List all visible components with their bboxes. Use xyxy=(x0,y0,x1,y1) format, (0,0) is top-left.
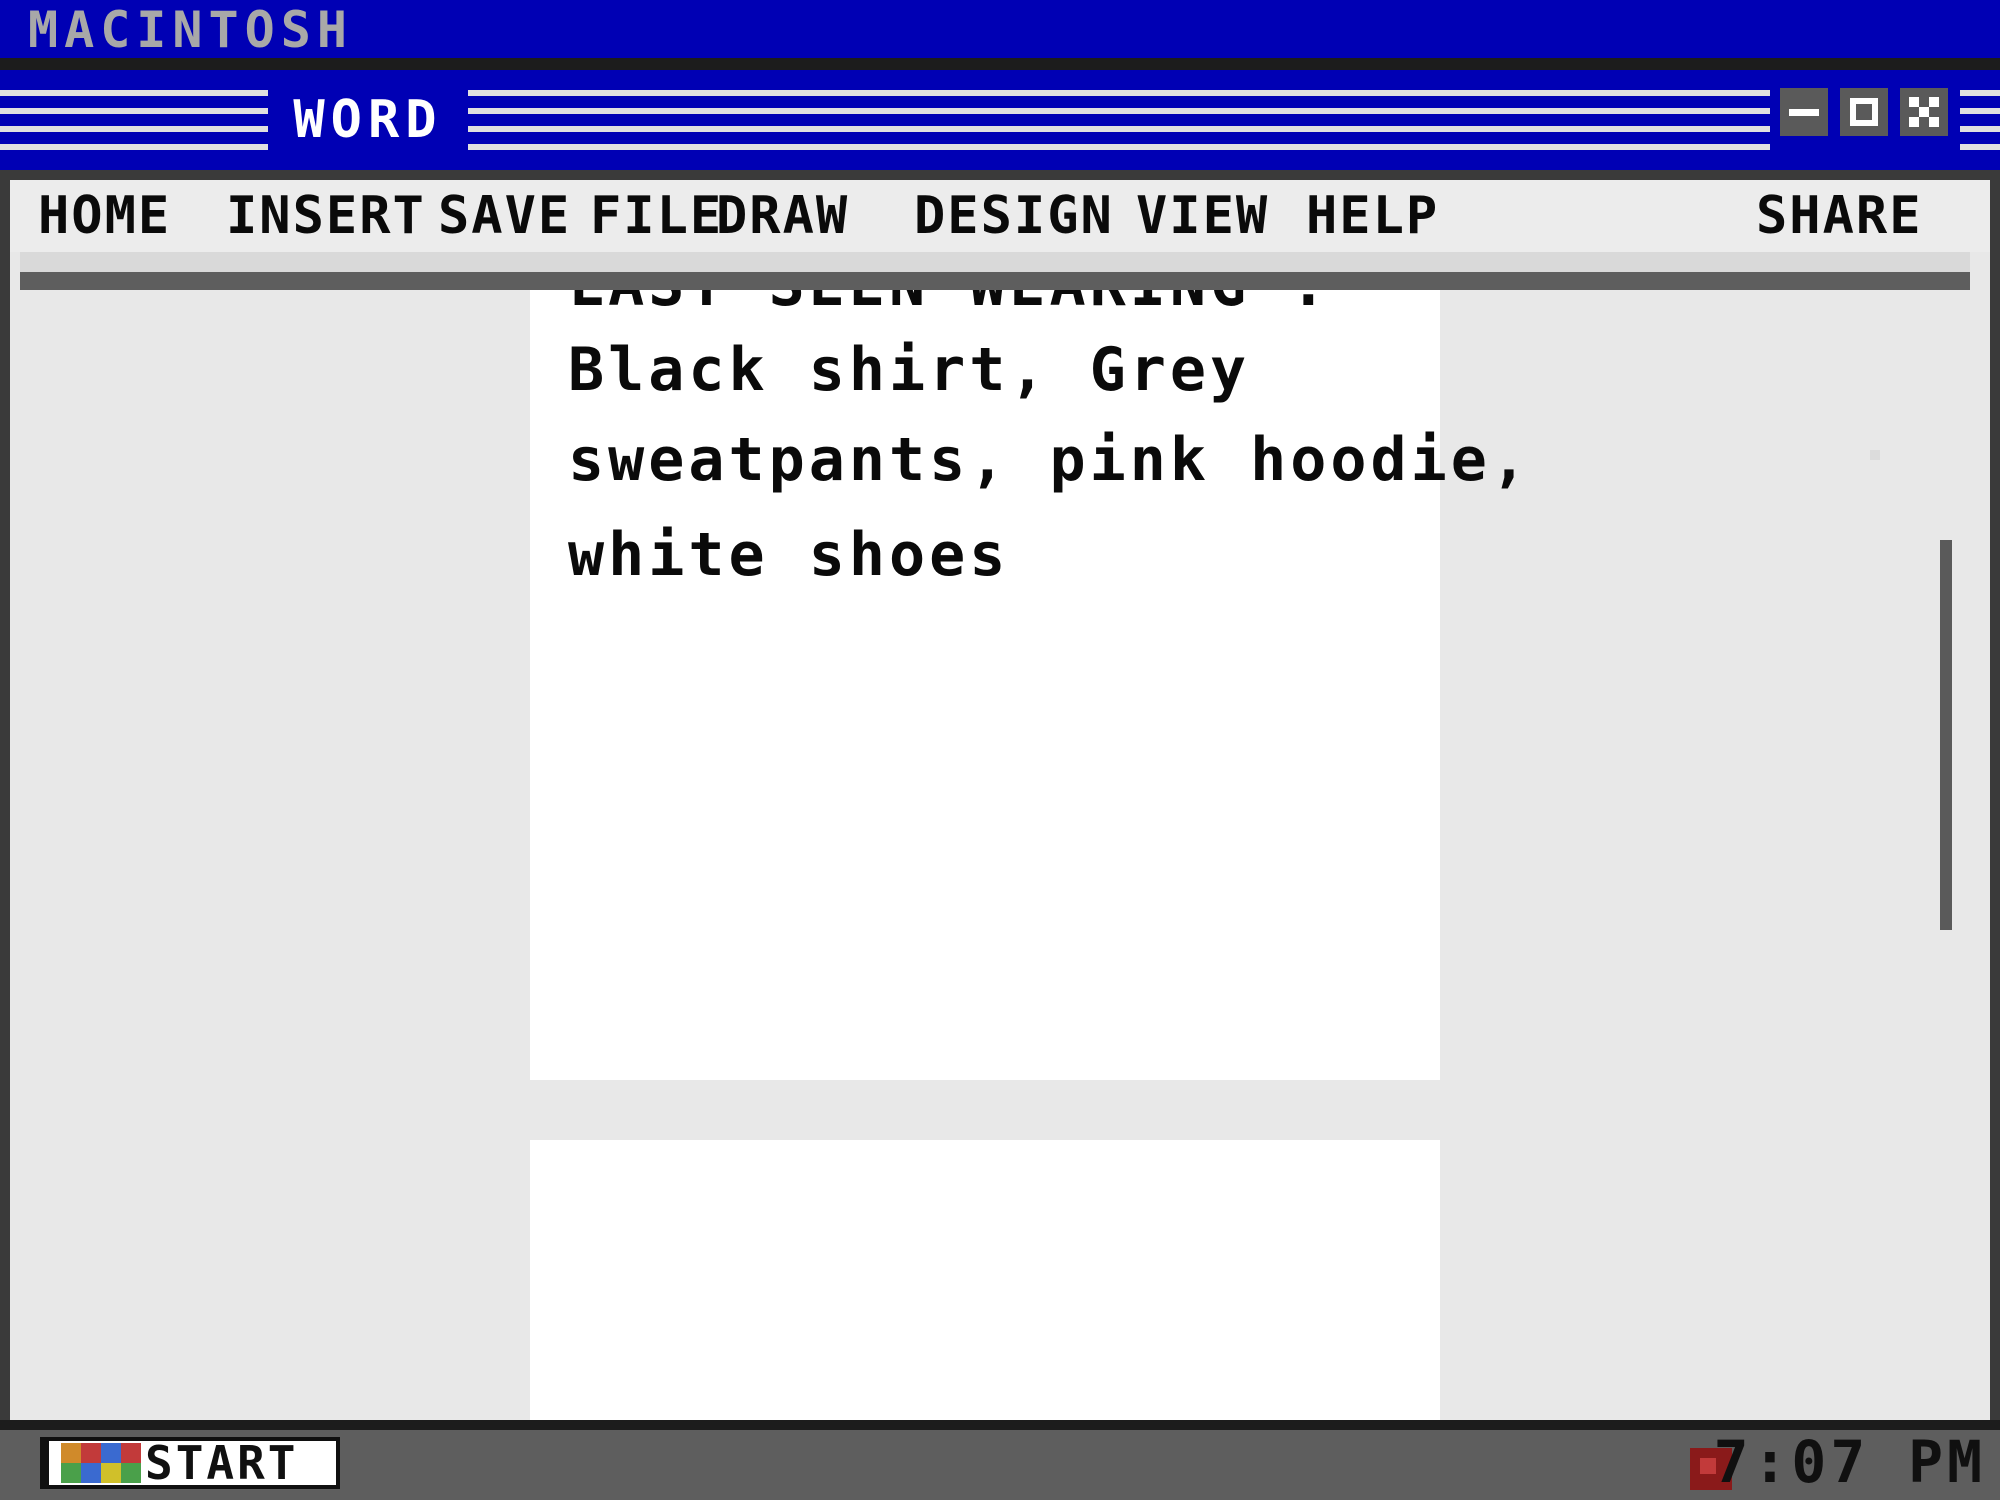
window-title-bar[interactable]: WORD xyxy=(0,70,2000,170)
taskbar-divider xyxy=(0,1420,2000,1430)
app-menu-bar: HOME INSERT SAVE FILE DRAW DESIGN VIEW H… xyxy=(10,180,1990,252)
menu-design[interactable]: DESIGN xyxy=(914,186,1114,246)
start-logo-icon xyxy=(61,1443,141,1483)
title-stripe xyxy=(0,144,268,150)
vertical-scrollbar[interactable] xyxy=(1940,540,1952,930)
system-menu-bar: MACINTOSH xyxy=(0,0,2000,58)
document-page[interactable] xyxy=(530,1140,1440,1420)
window-frame xyxy=(1990,170,2000,1420)
menu-share[interactable]: SHARE xyxy=(1756,186,1923,246)
menu-help[interactable]: HELP xyxy=(1306,186,1439,246)
title-stripe xyxy=(1960,108,2000,114)
document-page[interactable]: LAST SEEN WEARING : Black shirt, Grey sw… xyxy=(530,290,1527,1080)
window-title: WORD xyxy=(268,82,468,158)
minimize-button[interactable] xyxy=(1780,88,1828,136)
scroll-marker xyxy=(1870,450,1880,460)
menu-view[interactable]: VIEW xyxy=(1136,186,1269,246)
ribbon-strip xyxy=(20,252,1970,272)
menu-home[interactable]: HOME xyxy=(38,186,171,246)
ribbon-divider xyxy=(20,272,1970,290)
title-stripe xyxy=(0,108,268,114)
title-stripe xyxy=(460,144,1770,150)
title-stripe xyxy=(1960,144,2000,150)
minimize-icon xyxy=(1789,108,1819,116)
menu-save[interactable]: SAVE xyxy=(438,186,571,246)
title-stripe xyxy=(1960,126,2000,132)
document-text-line[interactable]: LAST SEEN WEARING : xyxy=(568,290,1330,320)
document-text-line[interactable]: sweatpants, pink hoodie, xyxy=(568,425,1531,495)
start-button[interactable]: START xyxy=(40,1437,340,1489)
system-bar-divider xyxy=(0,58,2000,70)
close-button[interactable] xyxy=(1900,88,1948,136)
system-title: MACINTOSH xyxy=(28,1,353,59)
close-icon xyxy=(1909,97,1939,127)
document-text-line[interactable]: white shoes xyxy=(568,520,1009,590)
system-clock[interactable]: 7:07 PM xyxy=(1714,1432,1986,1492)
window-frame xyxy=(0,170,10,1420)
title-stripe xyxy=(460,126,1770,132)
document-canvas[interactable]: LAST SEEN WEARING : Black shirt, Grey sw… xyxy=(10,290,1990,1420)
maximize-icon xyxy=(1850,98,1878,126)
title-stripe xyxy=(0,126,268,132)
menu-file[interactable]: FILE xyxy=(590,186,723,246)
window-frame xyxy=(0,170,2000,180)
title-stripe xyxy=(1960,90,2000,96)
title-stripe xyxy=(0,90,268,96)
document-text-line[interactable]: Black shirt, Grey xyxy=(568,335,1250,405)
title-stripe xyxy=(460,90,1770,96)
start-label: START xyxy=(145,1436,299,1490)
title-stripe xyxy=(460,108,1770,114)
menu-draw[interactable]: DRAW xyxy=(716,186,849,246)
menu-insert[interactable]: INSERT xyxy=(226,186,426,246)
maximize-button[interactable] xyxy=(1840,88,1888,136)
